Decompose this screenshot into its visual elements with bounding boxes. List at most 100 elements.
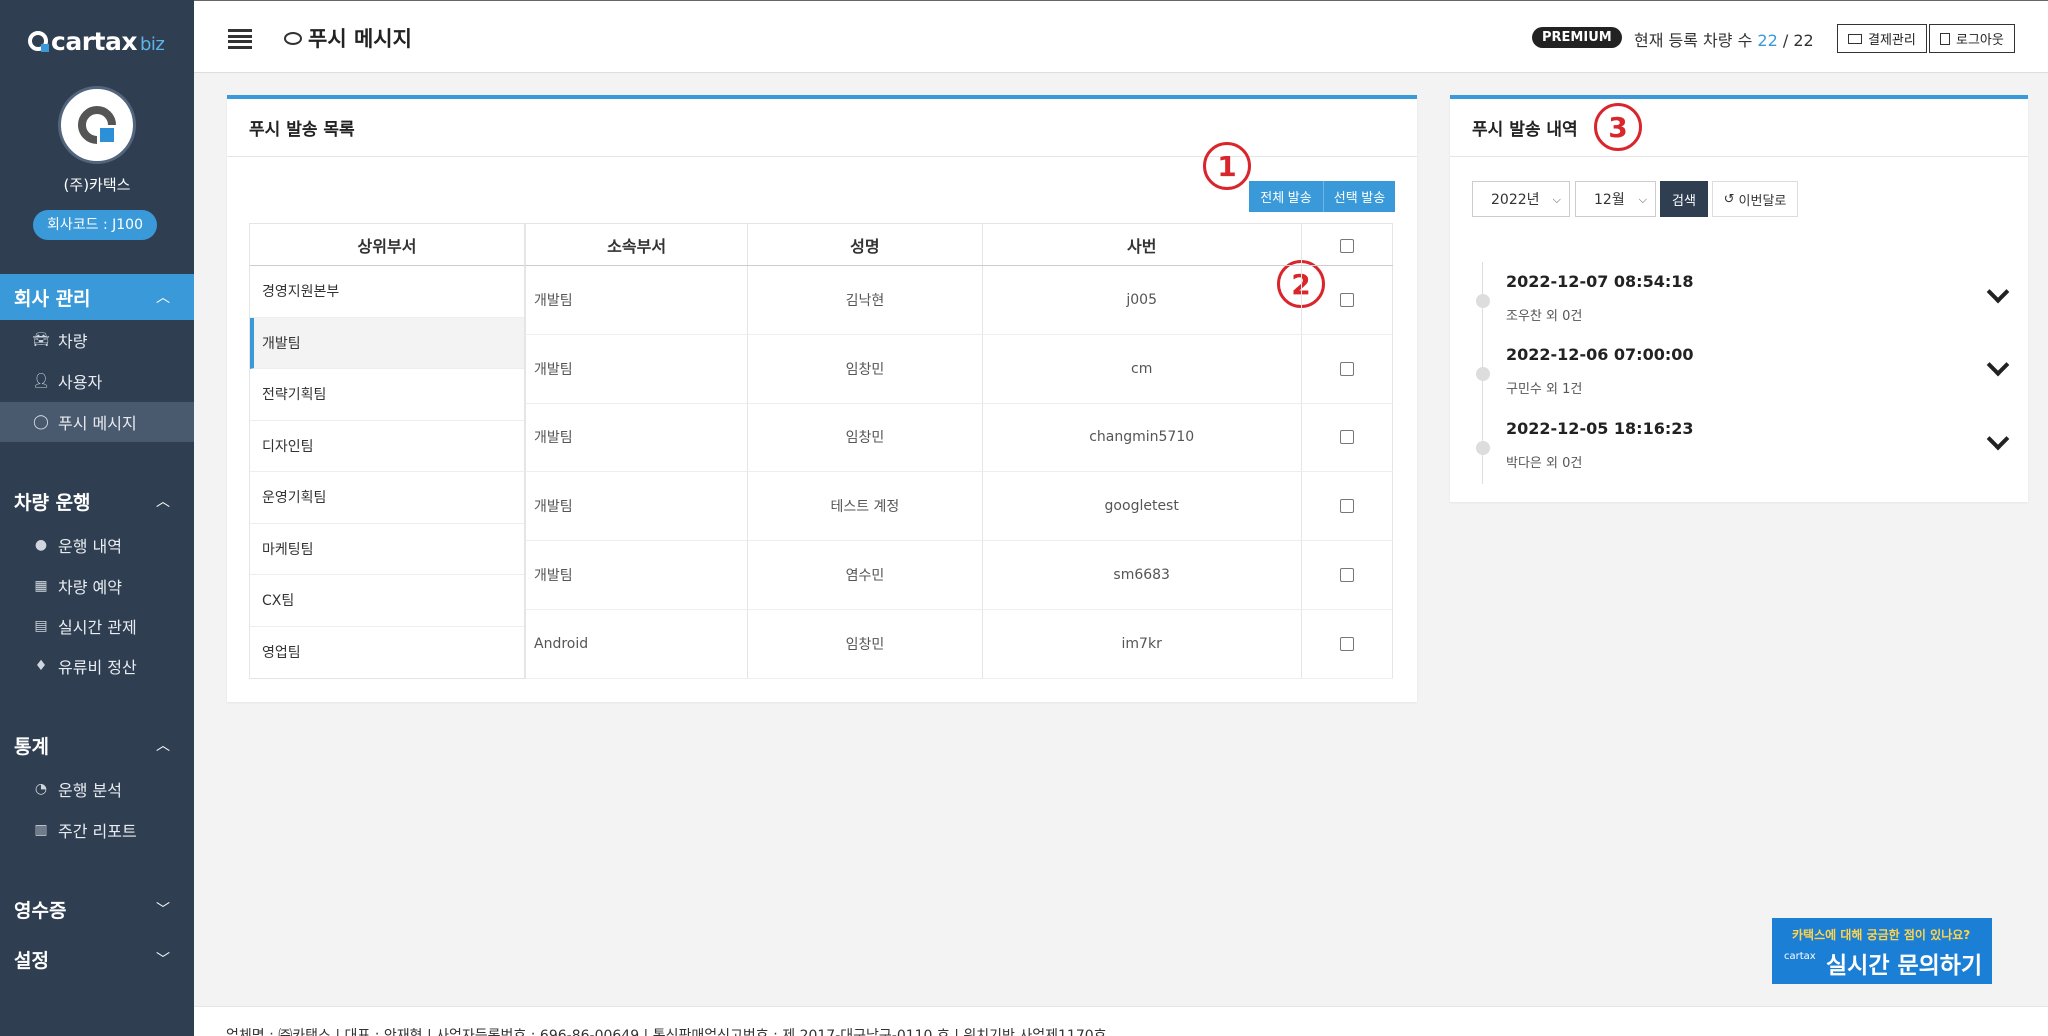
timeline-dot bbox=[1476, 441, 1490, 455]
chevron-down-icon[interactable] bbox=[1986, 280, 2010, 304]
history-entry-summary: 조우찬 외 0건 bbox=[1506, 309, 1583, 324]
row-checkbox[interactable] bbox=[1339, 636, 1354, 651]
droplet-icon: ♦ bbox=[34, 658, 48, 674]
sidebar-item-vehicles[interactable]: 🚘︎ 차량 bbox=[0, 320, 194, 360]
department-list-header: 상위부서 bbox=[250, 224, 524, 266]
chat-banner-cta: 실시간 문의하기 bbox=[1826, 953, 1983, 979]
chat-bubble-icon bbox=[284, 31, 302, 45]
row-checkbox[interactable] bbox=[1339, 292, 1354, 307]
row-checkbox[interactable] bbox=[1339, 568, 1354, 583]
push-list-panel: 푸시 발송 목록 1 전체 발송 선택 발송 2 상위부서 경영지원본부 개발팀… bbox=[227, 95, 1417, 702]
company-code-badge: 회사코드 : J100 bbox=[33, 210, 157, 240]
cell-employee-id: changmin5710 bbox=[982, 403, 1302, 473]
reg-count-separator: / bbox=[1777, 31, 1794, 50]
sidebar-item-label: 주간 리포트 bbox=[58, 822, 137, 841]
cell-name: 김낙현 bbox=[747, 265, 983, 335]
chevron-down-icon: ⌵ bbox=[1638, 193, 1647, 206]
employee-table: 소속부서 성명 사번 개발팀 김낙현 j005 개발팀 임창민 cm 개발팀 임… bbox=[525, 223, 1394, 679]
year-select[interactable]: 2022년 ⌵ bbox=[1472, 181, 1570, 217]
search-button[interactable]: 검색 bbox=[1660, 181, 1708, 217]
cell-name: 임창민 bbox=[747, 334, 983, 404]
logout-button[interactable]: 로그아웃 bbox=[1929, 24, 2015, 53]
hamburger-menu-icon[interactable] bbox=[228, 29, 252, 49]
select-all-checkbox[interactable] bbox=[1339, 238, 1354, 253]
cell-select bbox=[1301, 403, 1394, 473]
logo[interactable]: cartax biz bbox=[28, 26, 165, 56]
chevron-down-icon: ⌵ bbox=[1552, 193, 1561, 206]
column-header-select-all bbox=[1301, 223, 1394, 266]
top-header: 푸시 메시지 PREMIUM 현재 등록 차량 수 22 / 22 결제관리 로… bbox=[194, 0, 2048, 73]
cell-select bbox=[1301, 471, 1394, 542]
this-month-button[interactable]: ↺ 이번달로 bbox=[1712, 181, 1798, 217]
department-item[interactable]: 마케팅팀 bbox=[250, 524, 524, 575]
cell-employee-id: cm bbox=[982, 334, 1302, 404]
column-header-name: 성명 bbox=[747, 223, 983, 266]
history-entry-time: 2022-12-05 18:16:23 bbox=[1506, 419, 1694, 438]
cell-select bbox=[1301, 334, 1394, 404]
report-icon: ▥ bbox=[34, 822, 48, 838]
cell-department: Android bbox=[525, 609, 749, 679]
menu-section-receipts[interactable]: 영수증 ﹀ bbox=[0, 886, 194, 932]
sidebar-item-realtime-monitoring[interactable]: ▤ 실시간 관제 bbox=[0, 606, 194, 646]
column-header-employee-id: 사번 bbox=[982, 223, 1302, 266]
menu-section-statistics[interactable]: 통계 ︿ bbox=[0, 722, 194, 768]
cell-department: 개발팀 bbox=[525, 334, 749, 404]
timeline-dot bbox=[1476, 294, 1490, 308]
menu-section-label: 차량 운행 bbox=[14, 491, 91, 514]
billing-button[interactable]: 결제관리 bbox=[1837, 24, 1927, 53]
car-icon: 🚘︎ bbox=[32, 332, 50, 348]
chevron-down-icon[interactable] bbox=[1986, 427, 2010, 451]
reg-count-current: 22 bbox=[1757, 31, 1778, 50]
credit-card-icon bbox=[1848, 33, 1862, 44]
send-all-button[interactable]: 전체 발송 bbox=[1249, 181, 1323, 212]
annotation-marker-3: 3 bbox=[1594, 103, 1642, 151]
department-item-selected[interactable]: 개발팀 bbox=[250, 317, 524, 369]
history-entry[interactable]: 2022-12-07 08:54:18 조우찬 외 0건 bbox=[1472, 262, 2018, 332]
menu-section-settings[interactable]: 설정 ﹀ bbox=[0, 936, 194, 982]
sidebar-item-trip-history[interactable]: ● 운행 내역 bbox=[0, 525, 194, 565]
menu-section-company[interactable]: 회사 관리 ︿ bbox=[0, 274, 194, 320]
department-item[interactable]: 영업팀 bbox=[250, 627, 524, 679]
this-month-button-label: 이번달로 bbox=[1738, 193, 1787, 209]
cell-employee-id: j005 bbox=[982, 265, 1302, 335]
history-entry-summary: 박다은 외 0건 bbox=[1506, 456, 1583, 471]
cell-select bbox=[1301, 609, 1394, 679]
menu-section-label: 설정 bbox=[14, 949, 49, 972]
send-selected-button[interactable]: 선택 발송 bbox=[1323, 181, 1395, 212]
history-entry[interactable]: 2022-12-06 07:00:00 구민수 외 1건 bbox=[1472, 335, 2018, 405]
chevron-up-icon: ︿ bbox=[156, 738, 170, 754]
menu-section-label: 영수증 bbox=[14, 899, 67, 922]
cell-name: 염수민 bbox=[747, 540, 983, 610]
chat-banner-brand: cartax bbox=[1784, 951, 1816, 962]
table-row: 개발팀 임창민 cm bbox=[525, 334, 1394, 404]
sidebar-item-fuel-settlement[interactable]: ♦ 유류비 정산 bbox=[0, 646, 194, 686]
table-header-row: 소속부서 성명 사번 bbox=[525, 223, 1394, 266]
sidebar-item-label: 유류비 정산 bbox=[58, 658, 137, 677]
company-name: (주)카택스 bbox=[63, 176, 131, 194]
department-item[interactable]: 전략기획팀 bbox=[250, 369, 524, 421]
reg-count-label: 현재 등록 차량 수 bbox=[1634, 31, 1753, 50]
row-checkbox[interactable] bbox=[1339, 361, 1354, 376]
live-chat-banner[interactable]: 카택스에 대해 궁금한 점이 있나요? cartax 실시간 문의하기 bbox=[1772, 918, 1992, 984]
chevron-down-icon[interactable] bbox=[1986, 353, 2010, 377]
department-item[interactable]: 디자인팀 bbox=[250, 421, 524, 472]
sidebar-item-users[interactable]: 👤︎ 사용자 bbox=[0, 361, 194, 401]
history-entry[interactable]: 2022-12-05 18:16:23 박다은 외 0건 bbox=[1472, 409, 2018, 479]
cell-select bbox=[1301, 265, 1394, 335]
cell-name: 임창민 bbox=[747, 609, 983, 679]
row-checkbox[interactable] bbox=[1339, 430, 1354, 445]
annotation-marker-1: 1 bbox=[1203, 142, 1251, 190]
sidebar-item-push-message[interactable]: ◯ 푸시 메시지 bbox=[0, 402, 194, 442]
avatar-logo-icon bbox=[78, 106, 117, 145]
department-item[interactable]: 운영기획팀 bbox=[250, 472, 524, 524]
month-select[interactable]: 12월 ⌵ bbox=[1575, 181, 1656, 217]
sidebar-item-vehicle-reservation[interactable]: ▦ 차량 예약 bbox=[0, 566, 194, 606]
menu-section-vehicle-operation[interactable]: 차량 운행 ︿ bbox=[0, 478, 194, 524]
cell-department: 개발팀 bbox=[525, 265, 749, 335]
department-item[interactable]: CX팀 bbox=[250, 575, 524, 627]
department-item[interactable]: 경영지원본부 bbox=[250, 266, 524, 318]
menu-section-label: 회사 관리 bbox=[14, 287, 91, 310]
sidebar-item-weekly-report[interactable]: ▥ 주간 리포트 bbox=[0, 810, 194, 850]
sidebar-item-trip-analysis[interactable]: ◔ 운행 분석 bbox=[0, 769, 194, 809]
row-checkbox[interactable] bbox=[1339, 499, 1354, 514]
